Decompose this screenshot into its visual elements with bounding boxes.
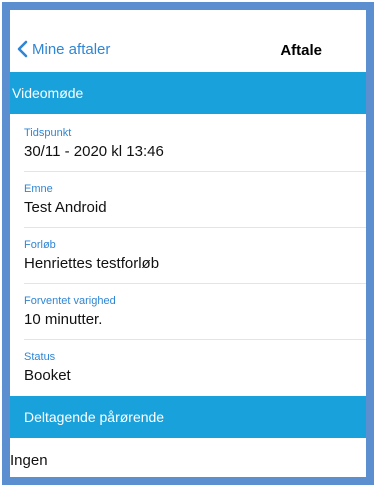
field-forlob: Forløb Henriettes testforløb [24,228,366,284]
field-value: 30/11 - 2020 kl 13:46 [24,143,164,160]
back-button-label: Mine aftaler [32,40,111,58]
back-button[interactable]: Mine aftaler [16,40,110,58]
appointment-details: Tidspunkt 30/11 - 2020 kl 13:46 Emne Tes… [10,114,366,396]
relatives-value: Ingen [10,452,48,469]
section-title: Videomøde [12,85,84,101]
field-value: Test Android [24,199,107,216]
field-tidspunkt: Tidspunkt 30/11 - 2020 kl 13:46 [24,114,366,172]
field-status: Status Booket [24,340,366,396]
field-value: 10 minutter. [24,311,103,328]
navigation-bar: Mine aftaler Aftale [10,10,366,72]
field-label: Tidspunkt [24,127,72,139]
field-value: Booket [24,367,71,384]
field-label: Emne [24,183,53,195]
section-header-relatives: Deltagende pårørende [10,396,366,438]
field-forventet-varighed: Forventet varighed 10 minutter. [24,284,366,340]
section-title: Deltagende pårørende [24,409,165,425]
app-frame: Mine aftaler Aftale Videomøde Tidspunkt … [2,2,374,485]
field-label: Forløb [24,239,56,251]
field-emne: Emne Test Android [24,172,366,228]
relatives-list: Ingen [10,438,366,477]
field-value: Henriettes testforløb [24,255,160,272]
field-label: Forventet varighed [24,295,116,307]
page-title: Aftale [280,42,322,59]
chevron-left-icon [16,40,30,58]
field-label: Status [24,351,56,363]
section-header-videomode: Videomøde [10,72,366,114]
